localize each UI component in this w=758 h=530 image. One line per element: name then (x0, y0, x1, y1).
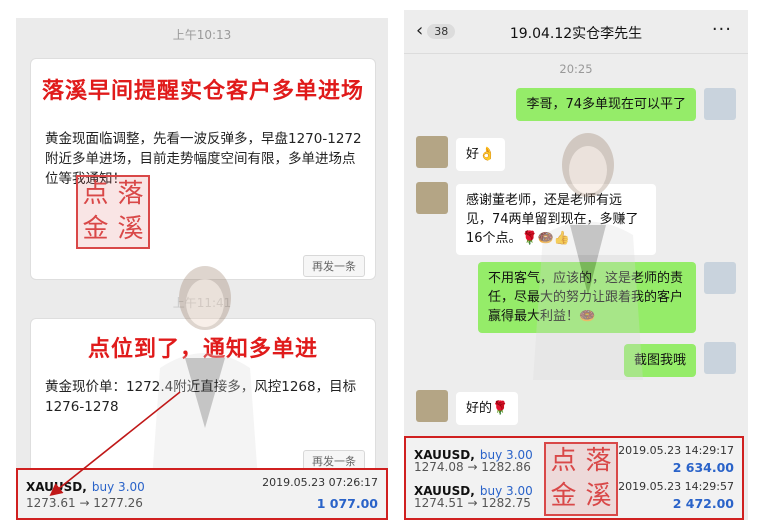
chat-header: ‹ 38 19.04.12实仓李先生 ··· (404, 10, 748, 54)
message-bubble-received[interactable]: 好👌 (456, 138, 506, 171)
trade-prices: 1274.08 → 1282.86 (414, 460, 531, 474)
seal-stamp-watermark: 点 落 金 溪 (76, 175, 150, 249)
left-screenshot-panel: 上午10:13 落溪早间提醒实仓客户多单进场 黄金现面临调整，先看一波反弹多，早… (16, 18, 388, 520)
message-timestamp-faded: 上午11:41 (172, 296, 232, 310)
message-bubble-sent[interactable]: 不用客气，应该的，这是老师的责任，尽最大的努力让跟着我的客户赢得最大利益！🍩 (478, 262, 696, 333)
trade-symbol: XAUUSD, (26, 480, 87, 494)
chat-title: 19.04.12实仓李先生 (509, 26, 643, 42)
avatar[interactable] (416, 136, 448, 168)
trade-date: 2019.05.23 07:26:17 (262, 476, 378, 489)
trade-profit: 1 077.00 (316, 496, 378, 511)
notice-card-2[interactable]: 点位到了，通知多单进 黄金现价单：1272.4附近直接多，风控1268，目标12… (30, 318, 376, 476)
notice-title: 点位到了，通知多单进 (87, 337, 318, 362)
notice-title: 落溪早间提醒实仓客户多单进场 (41, 79, 364, 104)
chat-timestamp: 20:25 (559, 62, 593, 76)
message-bubble-sent[interactable]: 李哥，74多单现在可以平了 (516, 88, 696, 121)
message-bubble-received[interactable]: 感谢董老师，还是老师有远见，74两单留到现在，多赚了16个点。🌹🍩👍 (456, 184, 656, 255)
seal-stamp-watermark: 点 落 金 溪 (544, 442, 618, 516)
trade-profit: 2 634.00 (672, 460, 734, 475)
trade-prices: 1273.61 → 1277.26 (26, 496, 143, 510)
message-bubble-received[interactable]: 好的🌹 (456, 392, 519, 425)
avatar[interactable] (416, 390, 448, 422)
notice-text: 黄金现价单：1272.4附近直接多，风控1268，目标1276-1278 (45, 379, 357, 415)
message-bubble-sent[interactable]: 截图我哦 (623, 344, 696, 377)
avatar[interactable] (704, 342, 736, 374)
more-options-icon[interactable]: ··· (712, 19, 732, 40)
trade-side: buy 3.00 (91, 480, 145, 494)
avatar[interactable] (416, 182, 448, 214)
trade-prices: 1274.51 → 1282.75 (414, 496, 531, 510)
avatar[interactable] (704, 88, 736, 120)
message-timestamp: 上午10:13 (172, 28, 232, 42)
trade-record-highlight: XAUUSD, buy 3.00 2019.05.23 07:26:17 127… (16, 468, 388, 520)
avatar[interactable] (704, 262, 736, 294)
resend-button[interactable]: 再发一条 (303, 255, 365, 277)
trade-profit: 2 472.00 (672, 496, 734, 511)
